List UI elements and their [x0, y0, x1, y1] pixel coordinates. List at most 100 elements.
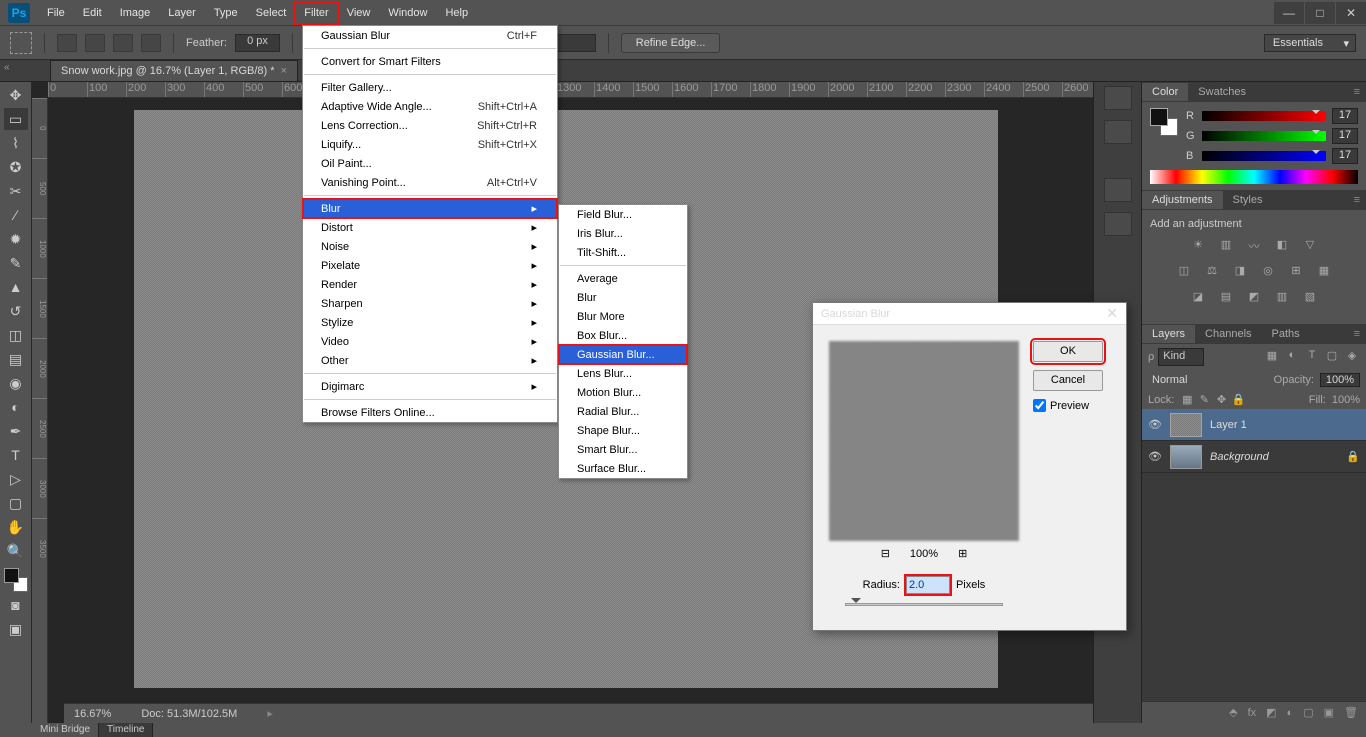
filter-item-other[interactable]: Other▸ [303, 351, 557, 370]
refine-edge-button[interactable]: Refine Edge... [621, 33, 721, 53]
adj-exposure-icon[interactable]: ◧ [1272, 238, 1292, 256]
radius-slider[interactable] [845, 602, 1003, 608]
brush-tool[interactable]: ✎ [4, 252, 28, 274]
filter-type-icon[interactable]: T [1304, 349, 1320, 365]
filter-item-pixelate[interactable]: Pixelate▸ [303, 256, 557, 275]
document-tab[interactable]: Snow work.jpg @ 16.7% (Layer 1, RGB/8) *… [50, 60, 298, 81]
menu-image[interactable]: Image [111, 3, 160, 23]
filter-item-render[interactable]: Render▸ [303, 275, 557, 294]
layer-thumbnail[interactable] [1170, 413, 1202, 437]
visibility-icon[interactable]: 👁 [1148, 418, 1162, 431]
close-tab-icon[interactable]: × [281, 65, 287, 77]
history-brush-tool[interactable]: ↺ [4, 300, 28, 322]
status-menu-icon[interactable]: ▸ [267, 707, 273, 720]
layer-name[interactable]: Background [1210, 451, 1269, 463]
slider-r[interactable] [1202, 111, 1326, 121]
mask-icon[interactable]: ◩ [1266, 706, 1276, 719]
marquee-mode-intersect[interactable] [141, 34, 161, 52]
crop-tool[interactable]: ✂ [4, 180, 28, 202]
adj-levels-icon[interactable]: ▥ [1216, 238, 1236, 256]
lock-all-icon[interactable]: 🔒 [1231, 393, 1245, 406]
menu-view[interactable]: View [338, 3, 380, 23]
filter-item-noise[interactable]: Noise▸ [303, 237, 557, 256]
lasso-tool[interactable]: ⌇ [4, 132, 28, 154]
color-foreground[interactable] [1150, 108, 1168, 126]
filter-pixel-icon[interactable]: ▦ [1264, 349, 1280, 365]
shape-tool[interactable]: ▢ [4, 492, 28, 514]
height-input[interactable] [556, 34, 596, 52]
hand-tool[interactable]: ✋ [4, 516, 28, 538]
feather-input[interactable]: 0 px [235, 34, 280, 52]
blur-item-gaussian-blur-[interactable]: Gaussian Blur... [559, 345, 687, 364]
adjustment-layer-icon[interactable]: ◐ [1287, 707, 1294, 719]
quick-select-tool[interactable]: ✪ [4, 156, 28, 178]
zoom-out-icon[interactable]: ⊟ [881, 547, 890, 560]
blur-item-iris-blur-[interactable]: Iris Blur... [559, 224, 687, 243]
adj-curves-icon[interactable]: 〰 [1244, 238, 1264, 256]
filter-item-lens-correction-[interactable]: Lens Correction...Shift+Ctrl+R [303, 116, 557, 135]
filter-item-oil-paint-[interactable]: Oil Paint... [303, 154, 557, 173]
tab-styles[interactable]: Styles [1223, 191, 1273, 209]
adj-posterize-icon[interactable]: ▤ [1216, 290, 1236, 308]
quick-mask-toggle[interactable]: ◙ [4, 594, 28, 616]
adj-balance-icon[interactable]: ⚖ [1202, 264, 1222, 282]
menu-type[interactable]: Type [205, 3, 247, 23]
blur-item-box-blur-[interactable]: Box Blur... [559, 326, 687, 345]
menu-select[interactable]: Select [247, 3, 296, 23]
adj-photo-filter-icon[interactable]: ◎ [1258, 264, 1278, 282]
blur-item-tilt-shift-[interactable]: Tilt-Shift... [559, 243, 687, 262]
adj-invert-icon[interactable]: ◪ [1188, 290, 1208, 308]
filter-item-stylize[interactable]: Stylize▸ [303, 313, 557, 332]
fx-icon[interactable]: fx [1248, 707, 1257, 719]
blur-item-field-blur-[interactable]: Field Blur... [559, 205, 687, 224]
pen-tool[interactable]: ✒ [4, 420, 28, 442]
filter-item-sharpen[interactable]: Sharpen▸ [303, 294, 557, 313]
blend-mode-select[interactable]: Normal [1148, 372, 1268, 388]
actions-panel-icon[interactable] [1104, 120, 1132, 144]
panel-menu-icon[interactable]: ≡ [1348, 194, 1366, 206]
filter-item-video[interactable]: Video▸ [303, 332, 557, 351]
maximize-button[interactable]: □ [1305, 2, 1335, 24]
adj-mixer-icon[interactable]: ⊞ [1286, 264, 1306, 282]
slider-b[interactable] [1202, 151, 1326, 161]
tab-adjustments[interactable]: Adjustments [1142, 191, 1223, 209]
blur-item-smart-blur-[interactable]: Smart Blur... [559, 440, 687, 459]
character-panel-icon[interactable] [1104, 178, 1132, 202]
blur-item-shape-blur-[interactable]: Shape Blur... [559, 421, 687, 440]
blur-tool[interactable]: ◉ [4, 372, 28, 394]
adj-hue-icon[interactable]: ◫ [1174, 264, 1194, 282]
dodge-tool[interactable]: ◐ [4, 396, 28, 418]
dialog-close-icon[interactable]: ✕ [1106, 305, 1118, 322]
link-layers-icon[interactable]: ⬘ [1229, 706, 1237, 719]
zoom-tool[interactable]: 🔍 [4, 540, 28, 562]
tab-swatches[interactable]: Swatches [1188, 83, 1256, 101]
menu-window[interactable]: Window [379, 3, 436, 23]
filter-item-digimarc[interactable]: Digimarc▸ [303, 377, 557, 396]
filter-item-convert-for-smart-filters[interactable]: Convert for Smart Filters [303, 52, 557, 71]
ok-button[interactable]: OK [1033, 341, 1103, 362]
value-b[interactable]: 17 [1332, 148, 1358, 164]
adj-bw-icon[interactable]: ◨ [1230, 264, 1250, 282]
path-select-tool[interactable]: ▷ [4, 468, 28, 490]
cancel-button[interactable]: Cancel [1033, 370, 1103, 391]
value-r[interactable]: 17 [1332, 108, 1358, 124]
color-swatches[interactable] [4, 568, 28, 592]
close-button[interactable]: ✕ [1336, 2, 1366, 24]
fill-value[interactable]: 100% [1332, 394, 1360, 406]
layer-thumbnail[interactable] [1170, 445, 1202, 469]
blur-item-blur-more[interactable]: Blur More [559, 307, 687, 326]
move-tool[interactable]: ✥ [4, 84, 28, 106]
delete-layer-icon[interactable]: 🗑 [1344, 706, 1358, 719]
minimize-button[interactable]: ― [1274, 2, 1304, 24]
adj-selective-icon[interactable]: ▧ [1300, 290, 1320, 308]
layer-name[interactable]: Layer 1 [1210, 419, 1247, 431]
tab-color[interactable]: Color [1142, 83, 1188, 101]
filter-item-vanishing-point-[interactable]: Vanishing Point...Alt+Ctrl+V [303, 173, 557, 192]
menu-edit[interactable]: Edit [74, 3, 111, 23]
layer-row[interactable]: 👁 Layer 1 [1142, 409, 1366, 441]
workspace-switcher[interactable]: Essentials [1264, 34, 1356, 52]
panel-menu-icon[interactable]: ≡ [1348, 328, 1366, 340]
lock-transparency-icon[interactable]: ▦ [1180, 393, 1194, 406]
adj-vibrance-icon[interactable]: ▽ [1300, 238, 1320, 256]
menu-file[interactable]: File [38, 3, 74, 23]
